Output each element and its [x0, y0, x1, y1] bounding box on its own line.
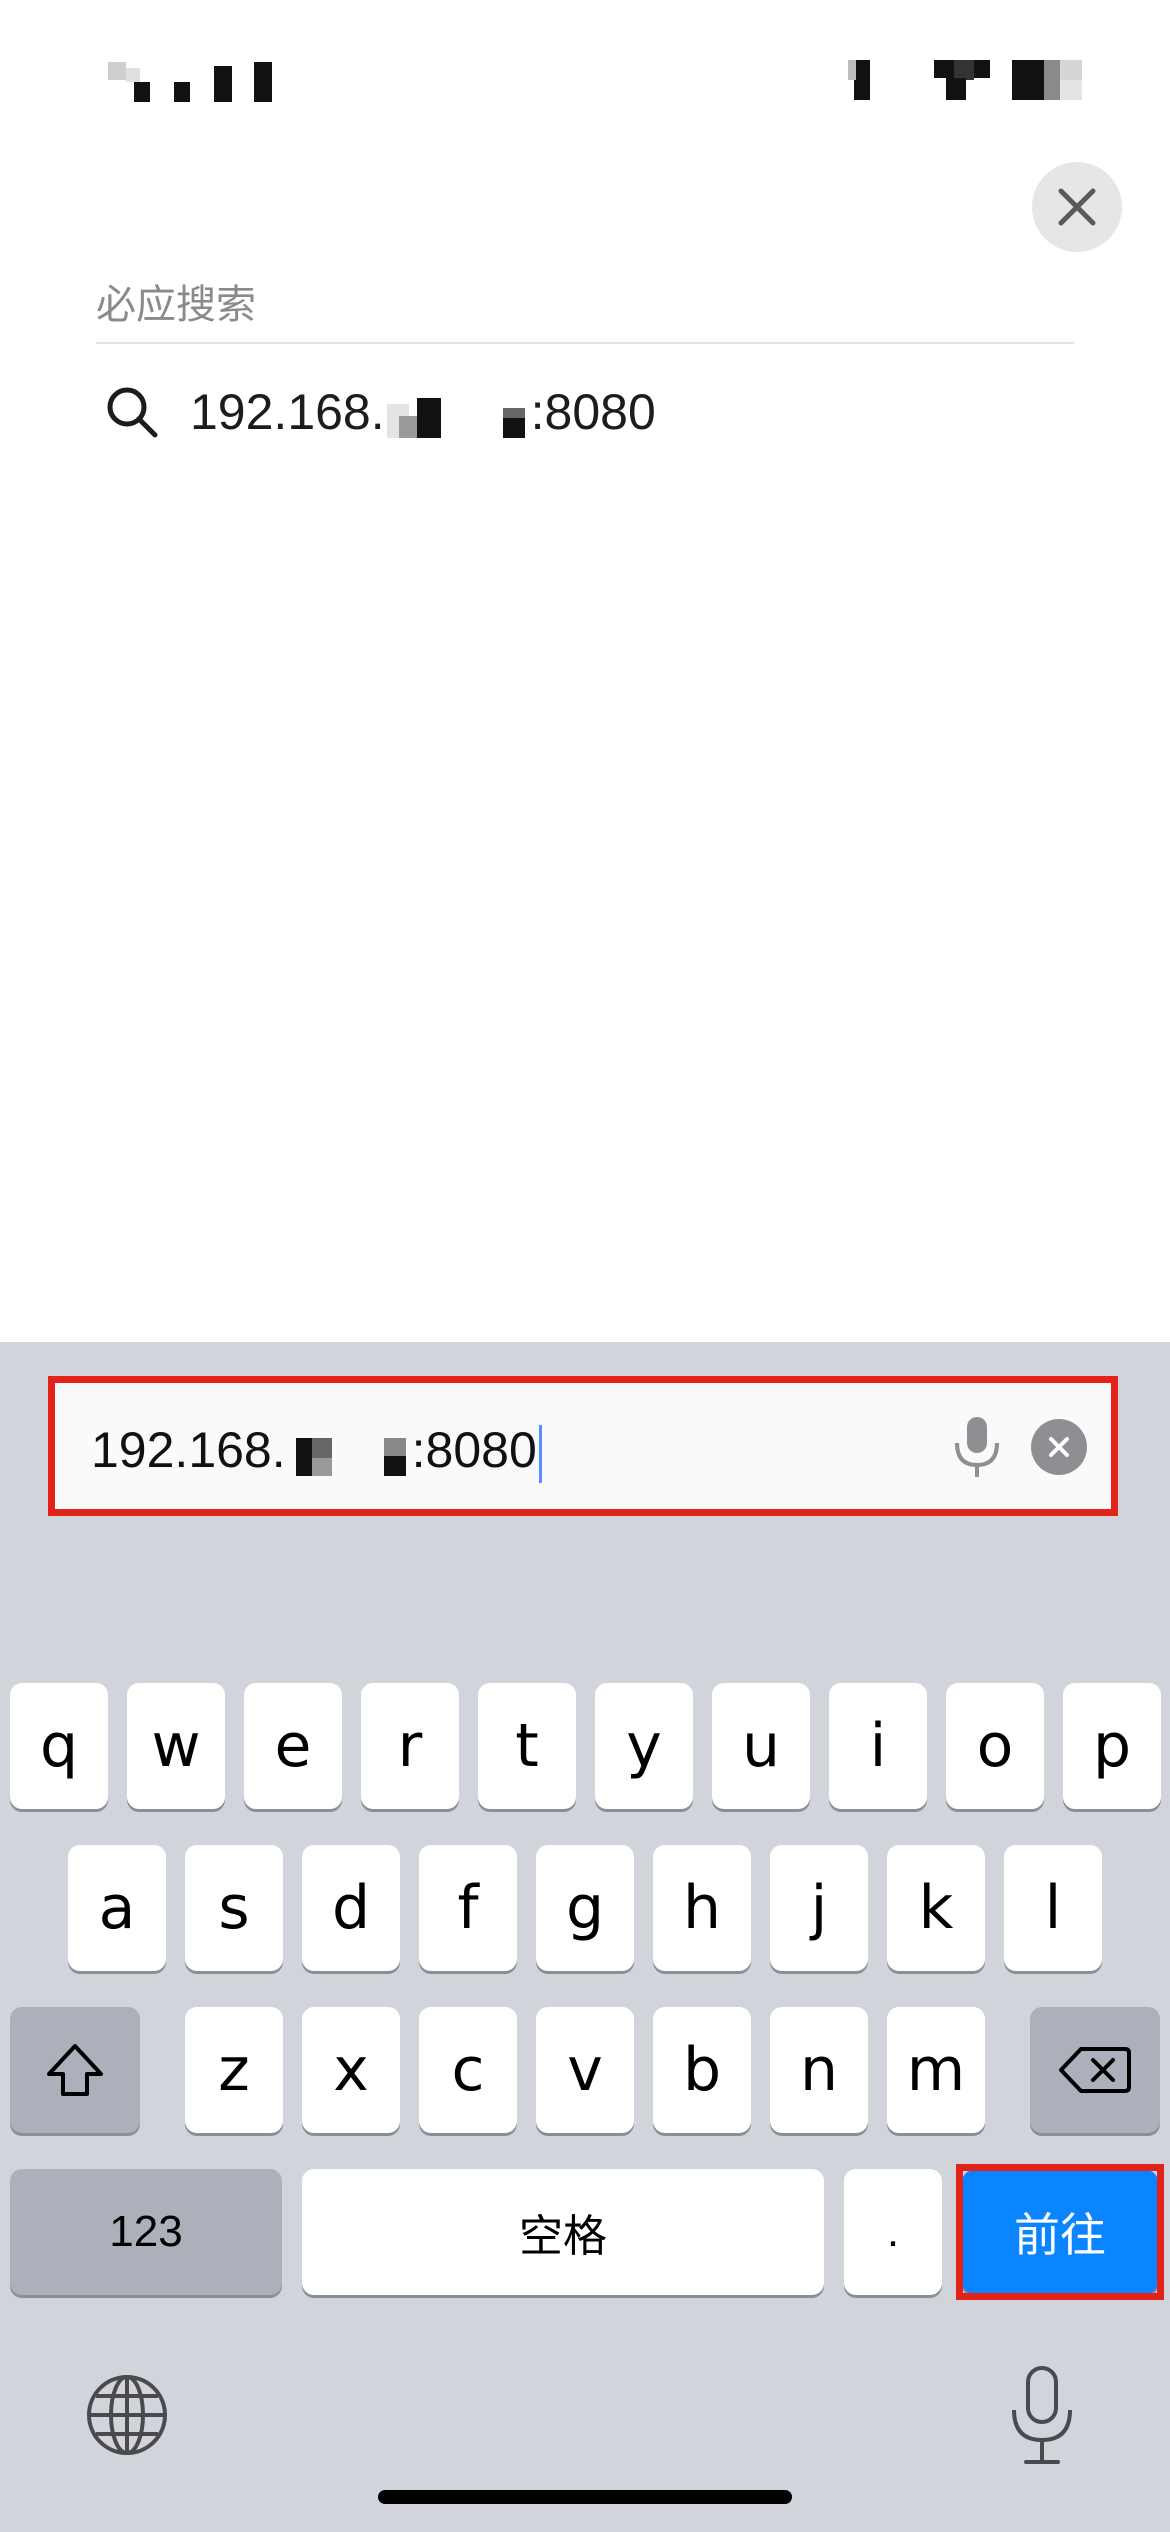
key-p[interactable]: p	[1063, 1683, 1161, 1809]
key-s[interactable]: s	[185, 1845, 283, 1971]
key-c[interactable]: c	[419, 2007, 517, 2133]
clear-icon	[1049, 1437, 1069, 1457]
text-cursor	[538, 1424, 542, 1483]
key-k[interactable]: k	[887, 1845, 985, 1971]
suggestion-text: 192.168. :8080	[190, 383, 656, 441]
divider	[96, 342, 1074, 344]
key-t[interactable]: t	[478, 1683, 576, 1809]
key-a[interactable]: a	[68, 1845, 166, 1971]
key-v[interactable]: v	[536, 2007, 634, 2133]
home-indicator	[378, 2490, 792, 2504]
key-q[interactable]: q	[10, 1683, 108, 1809]
key-m[interactable]: m	[887, 2007, 985, 2133]
key-j[interactable]: j	[770, 1845, 868, 1971]
suggestion-text-suffix: :8080	[530, 384, 656, 440]
close-icon	[1058, 188, 1096, 226]
backspace-key[interactable]	[1030, 2007, 1160, 2133]
globe-icon[interactable]	[82, 2370, 172, 2460]
key-e[interactable]: e	[244, 1683, 342, 1809]
key-h[interactable]: h	[653, 1845, 751, 1971]
search-icon	[96, 376, 168, 448]
microphone-icon[interactable]	[947, 1411, 1007, 1483]
key-x[interactable]: x	[302, 2007, 400, 2133]
key-r[interactable]: r	[361, 1683, 459, 1809]
key-f[interactable]: f	[419, 1845, 517, 1971]
address-value-suffix: :8080	[411, 1422, 537, 1478]
backspace-icon	[1059, 2047, 1131, 2093]
key-z[interactable]: z	[185, 2007, 283, 2133]
shift-key[interactable]	[10, 2007, 140, 2133]
clear-button[interactable]	[1031, 1419, 1087, 1475]
battery-status-icon	[848, 60, 1082, 100]
search-engine-title: 必应搜索	[96, 282, 256, 328]
go-key-highlight	[956, 2164, 1164, 2300]
space-key[interactable]: 空格	[302, 2169, 824, 2295]
key-i[interactable]: i	[829, 1683, 927, 1809]
key-o[interactable]: o	[946, 1683, 1044, 1809]
key-y[interactable]: y	[595, 1683, 693, 1809]
key-w[interactable]: w	[127, 1683, 225, 1809]
key-b[interactable]: b	[653, 2007, 751, 2133]
key-l[interactable]: l	[1004, 1845, 1102, 1971]
address-bar[interactable]: 192.168. :8080	[48, 1376, 1118, 1516]
address-field[interactable]: 192.168. :8080	[55, 1383, 1111, 1509]
key-g[interactable]: g	[536, 1845, 634, 1971]
shift-icon	[47, 2044, 103, 2096]
status-bar	[0, 0, 1170, 150]
address-value-prefix: 192.168.	[91, 1422, 286, 1478]
key-d[interactable]: d	[302, 1845, 400, 1971]
suggestion-text-prefix: 192.168.	[190, 384, 385, 440]
key-n[interactable]: n	[770, 2007, 868, 2133]
search-suggestion-item[interactable]: 192.168. :8080	[96, 362, 1074, 462]
address-input[interactable]: 192.168. :8080	[91, 1421, 542, 1483]
redacted-block	[295, 1437, 406, 1476]
numbers-key[interactable]: 123	[10, 2169, 282, 2295]
key-u[interactable]: u	[712, 1683, 810, 1809]
period-key[interactable]: .	[844, 2169, 942, 2295]
close-button[interactable]	[1032, 162, 1122, 252]
dictation-microphone-icon[interactable]	[1004, 2364, 1080, 2468]
redacted-block	[386, 397, 525, 438]
signal-status-icon	[108, 62, 272, 102]
